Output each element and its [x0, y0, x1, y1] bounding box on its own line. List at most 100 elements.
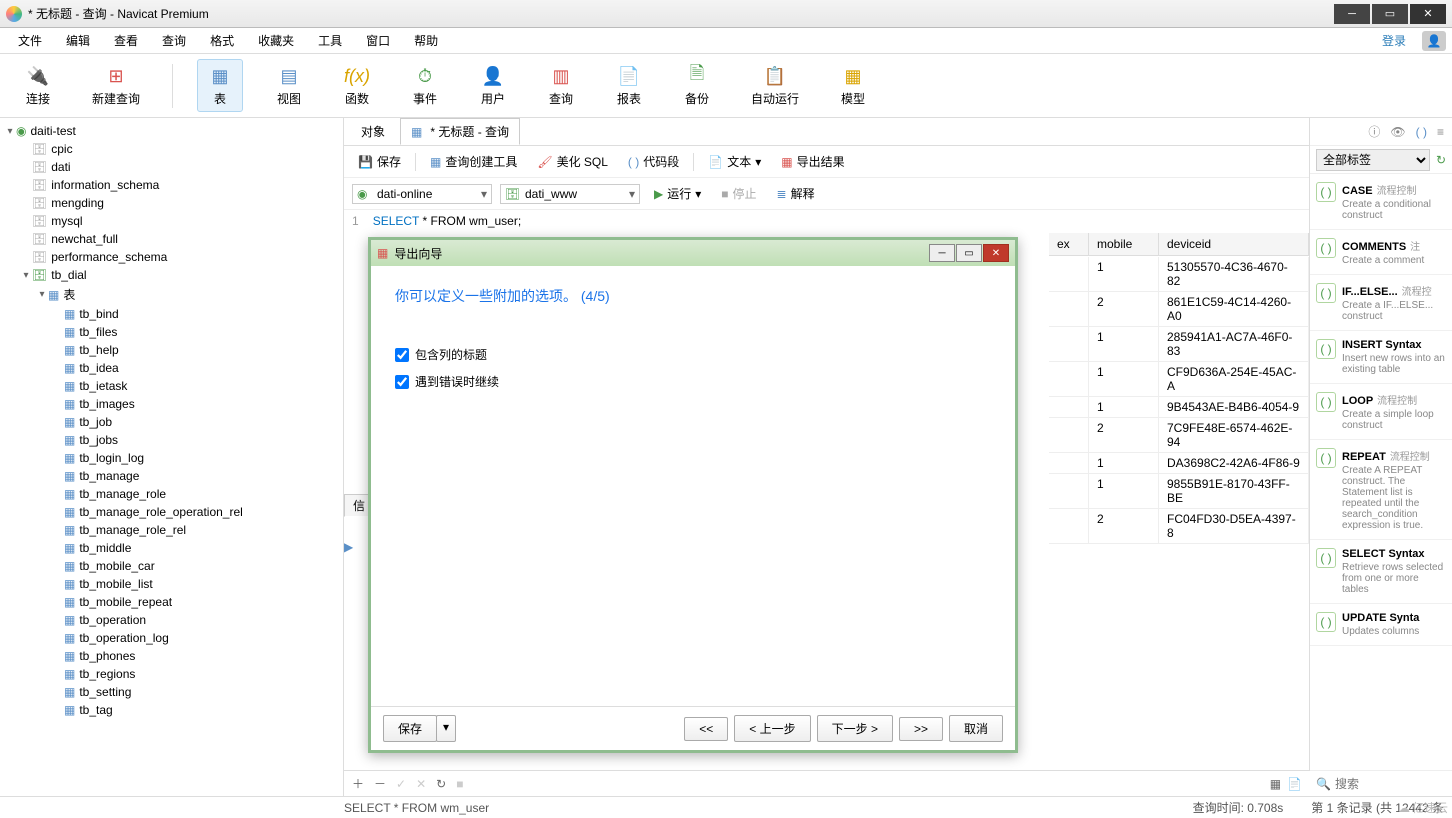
tab-query[interactable]: ▦* 无标题 - 查询 — [400, 118, 520, 145]
database-dropdown[interactable]: 🗄dati_www — [500, 184, 640, 204]
snippet-item[interactable]: ( )UPDATE SyntaUpdates columns — [1310, 604, 1452, 646]
explain-button[interactable]: ≣解释 — [771, 183, 821, 204]
tree-table[interactable]: ▦tb_middle — [0, 539, 343, 557]
tool-view[interactable]: ▤视图 — [267, 60, 311, 111]
tree-db[interactable]: 🗄information_schema — [0, 176, 343, 194]
table-row[interactable]: 19B4543AE-B4B6-4054-9 — [1049, 397, 1309, 418]
query-builder-button[interactable]: ▦查询创建工具 — [424, 151, 523, 172]
snippet-button[interactable]: ( )代码段 — [622, 151, 685, 172]
table-row[interactable]: 1DA3698C2-42A6-4F86-9 — [1049, 453, 1309, 474]
menu-format[interactable]: 格式 — [198, 28, 246, 53]
tree-table[interactable]: ▦tb_tag — [0, 701, 343, 719]
tree-db[interactable]: 🗄dati — [0, 158, 343, 176]
brackets-icon[interactable]: ( ) — [1416, 125, 1427, 139]
prev-button[interactable]: < 上一步 — [734, 715, 810, 742]
tree-table[interactable]: ▦tb_jobs — [0, 431, 343, 449]
menu-tools[interactable]: 工具 — [306, 28, 354, 53]
dialog-maximize-button[interactable]: ▭ — [956, 244, 982, 262]
tree-db[interactable]: 🗄cpic — [0, 140, 343, 158]
dialog-titlebar[interactable]: ▦ 导出向导 ─ ▭ ✕ — [371, 240, 1015, 266]
dialog-close-button[interactable]: ✕ — [983, 244, 1009, 262]
tree-table[interactable]: ▦tb_manage_role_rel — [0, 521, 343, 539]
snippet-item[interactable]: ( )LOOP流程控制Create a simple loop construc… — [1310, 384, 1452, 440]
tree-connection[interactable]: ▾◉daiti-test — [0, 122, 343, 140]
tree-table[interactable]: ▦tb_operation — [0, 611, 343, 629]
tag-filter-dropdown[interactable]: 全部标签 — [1316, 149, 1430, 171]
menu-query[interactable]: 查询 — [150, 28, 198, 53]
avatar-icon[interactable]: 👤 — [1422, 31, 1446, 51]
next-button[interactable]: 下一步 > — [817, 715, 893, 742]
text-button[interactable]: 📄文本 ▾ — [702, 151, 767, 172]
tree-db[interactable]: 🗄newchat_full — [0, 230, 343, 248]
tree-table[interactable]: ▦tb_phones — [0, 647, 343, 665]
delete-row-button[interactable]: － — [374, 775, 386, 792]
include-headers-checkbox[interactable]: 包含列的标题 — [395, 346, 991, 363]
refresh-grid-button[interactable]: ↻ — [436, 777, 446, 791]
snippet-item[interactable]: ( )SELECT SyntaxRetrieve rows selected f… — [1310, 540, 1452, 604]
tree-table[interactable]: ▦tb_operation_log — [0, 629, 343, 647]
tree-table[interactable]: ▦tb_mobile_list — [0, 575, 343, 593]
form-view-icon[interactable]: 📄 — [1287, 777, 1302, 791]
snippet-search-input[interactable] — [1335, 777, 1452, 791]
tree-table[interactable]: ▦tb_mobile_car — [0, 557, 343, 575]
tool-backup[interactable]: 🗎备份 — [675, 60, 719, 111]
table-row[interactable]: 27C9FE48E-6574-462E-94 — [1049, 418, 1309, 453]
tree-table[interactable]: ▦tb_manage — [0, 467, 343, 485]
snippet-item[interactable]: ( )INSERT SyntaxInsert new rows into an … — [1310, 331, 1452, 384]
dialog-save-dropdown[interactable]: ▾ — [436, 715, 456, 742]
commit-button[interactable]: ✓ — [396, 777, 406, 791]
tool-table[interactable]: ▦表 — [197, 59, 243, 112]
continue-on-error-checkbox[interactable]: 遇到错误时继续 — [395, 373, 991, 390]
grid-view-icon[interactable]: ▦ — [1270, 777, 1281, 791]
list-icon[interactable]: ≡ — [1437, 125, 1444, 139]
maximize-button[interactable]: ▭ — [1372, 4, 1408, 24]
sql-editor[interactable]: 1SELECT * FROM wm_user; — [344, 210, 1309, 233]
tree-table[interactable]: ▦tb_regions — [0, 665, 343, 683]
stop-button[interactable]: ■停止 — [715, 183, 762, 204]
snippet-item[interactable]: ( )REPEAT流程控制Create A REPEAT construct. … — [1310, 440, 1452, 540]
run-button[interactable]: ▶运行 ▾ — [648, 183, 707, 204]
cancel-button[interactable]: 取消 — [949, 715, 1003, 742]
first-button[interactable]: << — [684, 717, 728, 741]
tree-table[interactable]: ▦tb_help — [0, 341, 343, 359]
tool-report[interactable]: 📄报表 — [607, 60, 651, 111]
tool-event[interactable]: ⏱事件 — [403, 60, 447, 111]
tree-table[interactable]: ▦tb_mobile_repeat — [0, 593, 343, 611]
tree-table[interactable]: ▦tb_login_log — [0, 449, 343, 467]
add-row-button[interactable]: ＋ — [352, 775, 364, 792]
snippet-item[interactable]: ( )IF...ELSE...流程控Create a IF...ELSE... … — [1310, 275, 1452, 331]
refresh-icon[interactable]: ↻ — [1436, 153, 1446, 167]
tree-db-active[interactable]: ▾🗄tb_dial — [0, 266, 343, 284]
tool-model[interactable]: ▦模型 — [831, 60, 875, 111]
tool-new-query[interactable]: ⊞新建查询 — [84, 60, 148, 111]
dialog-save-button[interactable]: 保存 — [383, 715, 437, 742]
save-button[interactable]: 💾保存 — [352, 151, 407, 172]
table-row[interactable]: 151305570-4C36-4670-82 — [1049, 257, 1309, 292]
tree-table[interactable]: ▦tb_job — [0, 413, 343, 431]
tree-table[interactable]: ▦tb_idea — [0, 359, 343, 377]
tool-user[interactable]: 👤用户 — [471, 60, 515, 111]
menu-help[interactable]: 帮助 — [402, 28, 450, 53]
tool-schedule[interactable]: 📋自动运行 — [743, 60, 807, 111]
tree-table[interactable]: ▦tb_manage_role — [0, 485, 343, 503]
server-dropdown[interactable]: ◉dati-online — [352, 184, 492, 204]
col-mobile[interactable]: mobile — [1089, 233, 1159, 255]
dialog-minimize-button[interactable]: ─ — [929, 244, 955, 262]
snippet-item[interactable]: ( )COMMENTS注Create a comment — [1310, 230, 1452, 275]
menu-favorite[interactable]: 收藏夹 — [246, 28, 306, 53]
tree-tables-folder[interactable]: ▾▦表 — [0, 284, 343, 305]
beautify-sql-button[interactable]: 🖌美化 SQL — [531, 151, 614, 172]
menu-window[interactable]: 窗口 — [354, 28, 402, 53]
tool-function[interactable]: f(x)函数 — [335, 60, 379, 111]
menu-view[interactable]: 查看 — [102, 28, 150, 53]
table-row[interactable]: 2861E1C59-4C14-4260-A0 — [1049, 292, 1309, 327]
table-row[interactable]: 19855B91E-8170-43FF-BE — [1049, 474, 1309, 509]
login-link[interactable]: 登录 — [1370, 28, 1418, 53]
tree-table[interactable]: ▦tb_files — [0, 323, 343, 341]
tree-db[interactable]: 🗄mengding — [0, 194, 343, 212]
last-button[interactable]: >> — [899, 717, 943, 741]
table-row[interactable]: 1CF9D636A-254E-45AC-A — [1049, 362, 1309, 397]
table-row[interactable]: 1285941A1-AC7A-46F0-83 — [1049, 327, 1309, 362]
tree-table[interactable]: ▦tb_setting — [0, 683, 343, 701]
col-ex[interactable]: ex — [1049, 233, 1089, 255]
